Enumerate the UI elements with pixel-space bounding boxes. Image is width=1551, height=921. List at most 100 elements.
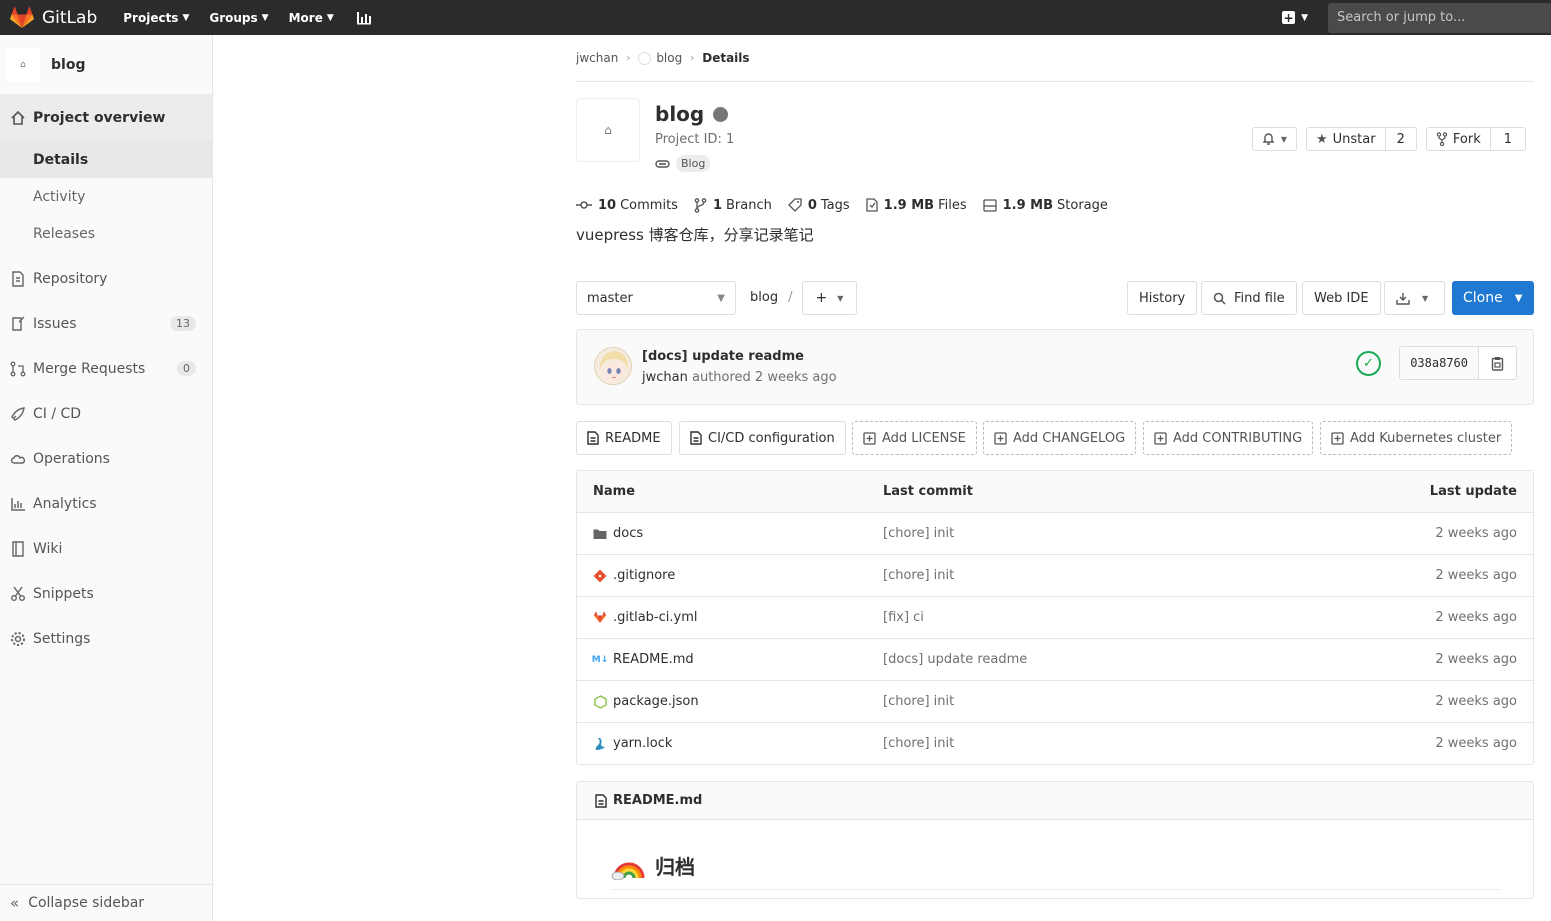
- table-row[interactable]: docs [chore] init 2 weeks ago: [577, 512, 1533, 554]
- copy-sha-button[interactable]: [1478, 347, 1516, 379]
- clone-dropdown[interactable]: Clone ▼: [1452, 281, 1534, 315]
- table-row[interactable]: yarn.lock [chore] init 2 weeks ago: [577, 722, 1533, 764]
- file-name-cell[interactable]: .gitlab-ci.yml: [593, 610, 697, 625]
- branch-selector[interactable]: master ▼: [576, 281, 736, 315]
- last-commit-cell[interactable]: [fix] ci: [883, 610, 924, 625]
- readme-content: 归档: [577, 820, 1533, 890]
- rocket-icon: [10, 406, 26, 422]
- unstar-button[interactable]: ★ Unstar: [1307, 128, 1385, 150]
- project-actions: ▼ ★ Unstar 2 Fork 1: [1243, 127, 1526, 151]
- add-to-tree-dropdown[interactable]: + ▼: [802, 281, 857, 315]
- chevron-down-icon: ▼: [261, 12, 269, 23]
- sidebar-item-issues[interactable]: Issues 13: [0, 301, 212, 346]
- stat-storage[interactable]: 1.9 MB Storage: [982, 197, 1108, 213]
- stat-tags[interactable]: 0 Tags: [787, 198, 850, 213]
- sidebar-item-settings[interactable]: Settings: [0, 616, 212, 661]
- file-name-cell[interactable]: M↓ README.md: [592, 652, 694, 667]
- project-description: vuepress 博客仓库，分享记录笔记: [576, 226, 814, 244]
- gitlab-logo[interactable]: GitLab: [10, 6, 123, 29]
- breadcrumb-current[interactable]: Details: [702, 51, 749, 65]
- storage-label: Storage: [1057, 197, 1108, 213]
- new-dropdown[interactable]: + ▼: [1282, 11, 1308, 25]
- breadcrumb-user[interactable]: jwchan: [576, 51, 618, 65]
- book-icon: [10, 540, 26, 557]
- project-avatar-small: [638, 51, 652, 65]
- nav-groups[interactable]: Groups ▼: [209, 11, 268, 25]
- issues-icon: [10, 316, 26, 332]
- download-icon: [1396, 292, 1410, 305]
- file-name-cell[interactable]: package.json: [593, 694, 699, 709]
- star-count[interactable]: 2: [1384, 128, 1416, 150]
- fork-count[interactable]: 1: [1489, 128, 1525, 150]
- file-name-cell[interactable]: docs: [593, 526, 643, 541]
- notifications-dropdown[interactable]: ▼: [1251, 127, 1297, 151]
- stat-commits[interactable]: 10 Commits: [576, 198, 678, 213]
- last-commit-cell[interactable]: [chore] init: [883, 526, 954, 541]
- last-commit-cell[interactable]: [chore] init: [883, 736, 954, 751]
- add-kubernetes-cluster-label: Add Kubernetes cluster: [1350, 430, 1502, 446]
- commit-authored-time: authored 2 weeks ago: [691, 370, 837, 385]
- file-name: package.json: [613, 694, 699, 709]
- last-commit-cell[interactable]: [docs] update readme: [883, 652, 1027, 667]
- add-kubernetes-cluster-button[interactable]: Add Kubernetes cluster: [1320, 421, 1513, 455]
- table-row[interactable]: .gitlab-ci.yml [fix] ci 2 weeks ago: [577, 596, 1533, 638]
- sidebar-item-ci-cd[interactable]: CI / CD: [0, 391, 212, 436]
- add-license-button[interactable]: Add LICENSE: [852, 421, 977, 455]
- sidebar-subitem-releases[interactable]: Releases: [0, 215, 212, 252]
- search-input[interactable]: Search or jump to...: [1328, 2, 1551, 33]
- history-button[interactable]: History: [1127, 281, 1198, 315]
- stat-files[interactable]: 1.9 MB Files: [866, 198, 967, 213]
- nav-projects[interactable]: Projects ▼: [123, 11, 189, 25]
- fork-button[interactable]: Fork: [1427, 128, 1490, 150]
- download-dropdown[interactable]: ▼: [1384, 281, 1445, 315]
- star-icon: ★: [1316, 131, 1328, 147]
- sidebar-project-header[interactable]: ⌂ blog: [0, 35, 212, 95]
- sidebar-project-name: blog: [51, 56, 86, 73]
- breadcrumb-project[interactable]: blog: [656, 51, 682, 65]
- chevron-down-icon: ▼: [1422, 293, 1429, 303]
- last-commit-cell[interactable]: [chore] init: [883, 694, 954, 709]
- sidebar-item-repository[interactable]: Repository: [0, 256, 212, 301]
- chevron-down-icon: ▼: [1514, 292, 1523, 304]
- pipeline-passed-check-icon[interactable]: ✓: [1356, 351, 1381, 376]
- notification-toggle[interactable]: ▼: [1253, 128, 1296, 150]
- rainbow-icon: [611, 862, 645, 880]
- add-contributing-button[interactable]: Add CONTRIBUTING: [1143, 421, 1314, 455]
- file-name-cell[interactable]: yarn.lock: [593, 736, 672, 751]
- nav-more[interactable]: More ▼: [289, 11, 334, 25]
- ci-cd-config-button[interactable]: CI/CD configuration: [679, 421, 846, 455]
- nav-activity-chart[interactable]: [356, 10, 372, 26]
- readme-heading-text: 归档: [655, 854, 695, 879]
- topic-badge[interactable]: Blog: [676, 155, 711, 172]
- sidebar-item-project-overview[interactable]: Project overview: [0, 95, 212, 141]
- sidebar-item-operations[interactable]: Operations: [0, 436, 212, 481]
- commit-title[interactable]: [docs] update readme: [642, 349, 804, 364]
- file-icon: [595, 793, 607, 808]
- web-ide-button[interactable]: Web IDE: [1302, 281, 1381, 315]
- sidebar-item-wiki[interactable]: Wiki: [0, 526, 212, 571]
- repo-path-root[interactable]: blog: [750, 290, 778, 305]
- sidebar-item-merge-requests[interactable]: Merge Requests 0: [0, 346, 212, 391]
- table-header: Name Last commit Last update: [577, 471, 1533, 512]
- table-row[interactable]: package.json [chore] init 2 weeks ago: [577, 680, 1533, 722]
- collapse-sidebar-button[interactable]: « Collapse sidebar: [0, 884, 212, 921]
- file-name-cell[interactable]: .gitignore: [593, 568, 675, 583]
- stat-branches[interactable]: 1 Branch: [694, 198, 772, 213]
- readme-button[interactable]: README: [576, 421, 672, 455]
- cloud-icon: [10, 451, 26, 467]
- table-row[interactable]: M↓ README.md [docs] update readme 2 week…: [577, 638, 1533, 680]
- readme-filename[interactable]: README.md: [613, 793, 702, 808]
- sidebar-item-analytics[interactable]: Analytics: [0, 481, 212, 526]
- table-row[interactable]: .gitignore [chore] init 2 weeks ago: [577, 554, 1533, 596]
- find-file-button[interactable]: Find file: [1201, 281, 1297, 315]
- last-commit-cell[interactable]: [chore] init: [883, 568, 954, 583]
- commit-author-avatar[interactable]: [594, 347, 632, 385]
- commit-sha[interactable]: 038a8760: [1400, 347, 1478, 379]
- sidebar-subitem-activity[interactable]: Activity: [0, 178, 212, 215]
- sidebar-item-snippets[interactable]: Snippets: [0, 571, 212, 616]
- anime-avatar-image: [595, 348, 631, 384]
- commit-author[interactable]: jwchan: [642, 370, 688, 385]
- sidebar-subitem-details[interactable]: Details: [0, 141, 212, 178]
- add-changelog-button[interactable]: Add CHANGELOG: [983, 421, 1137, 455]
- gear-icon: [10, 631, 26, 647]
